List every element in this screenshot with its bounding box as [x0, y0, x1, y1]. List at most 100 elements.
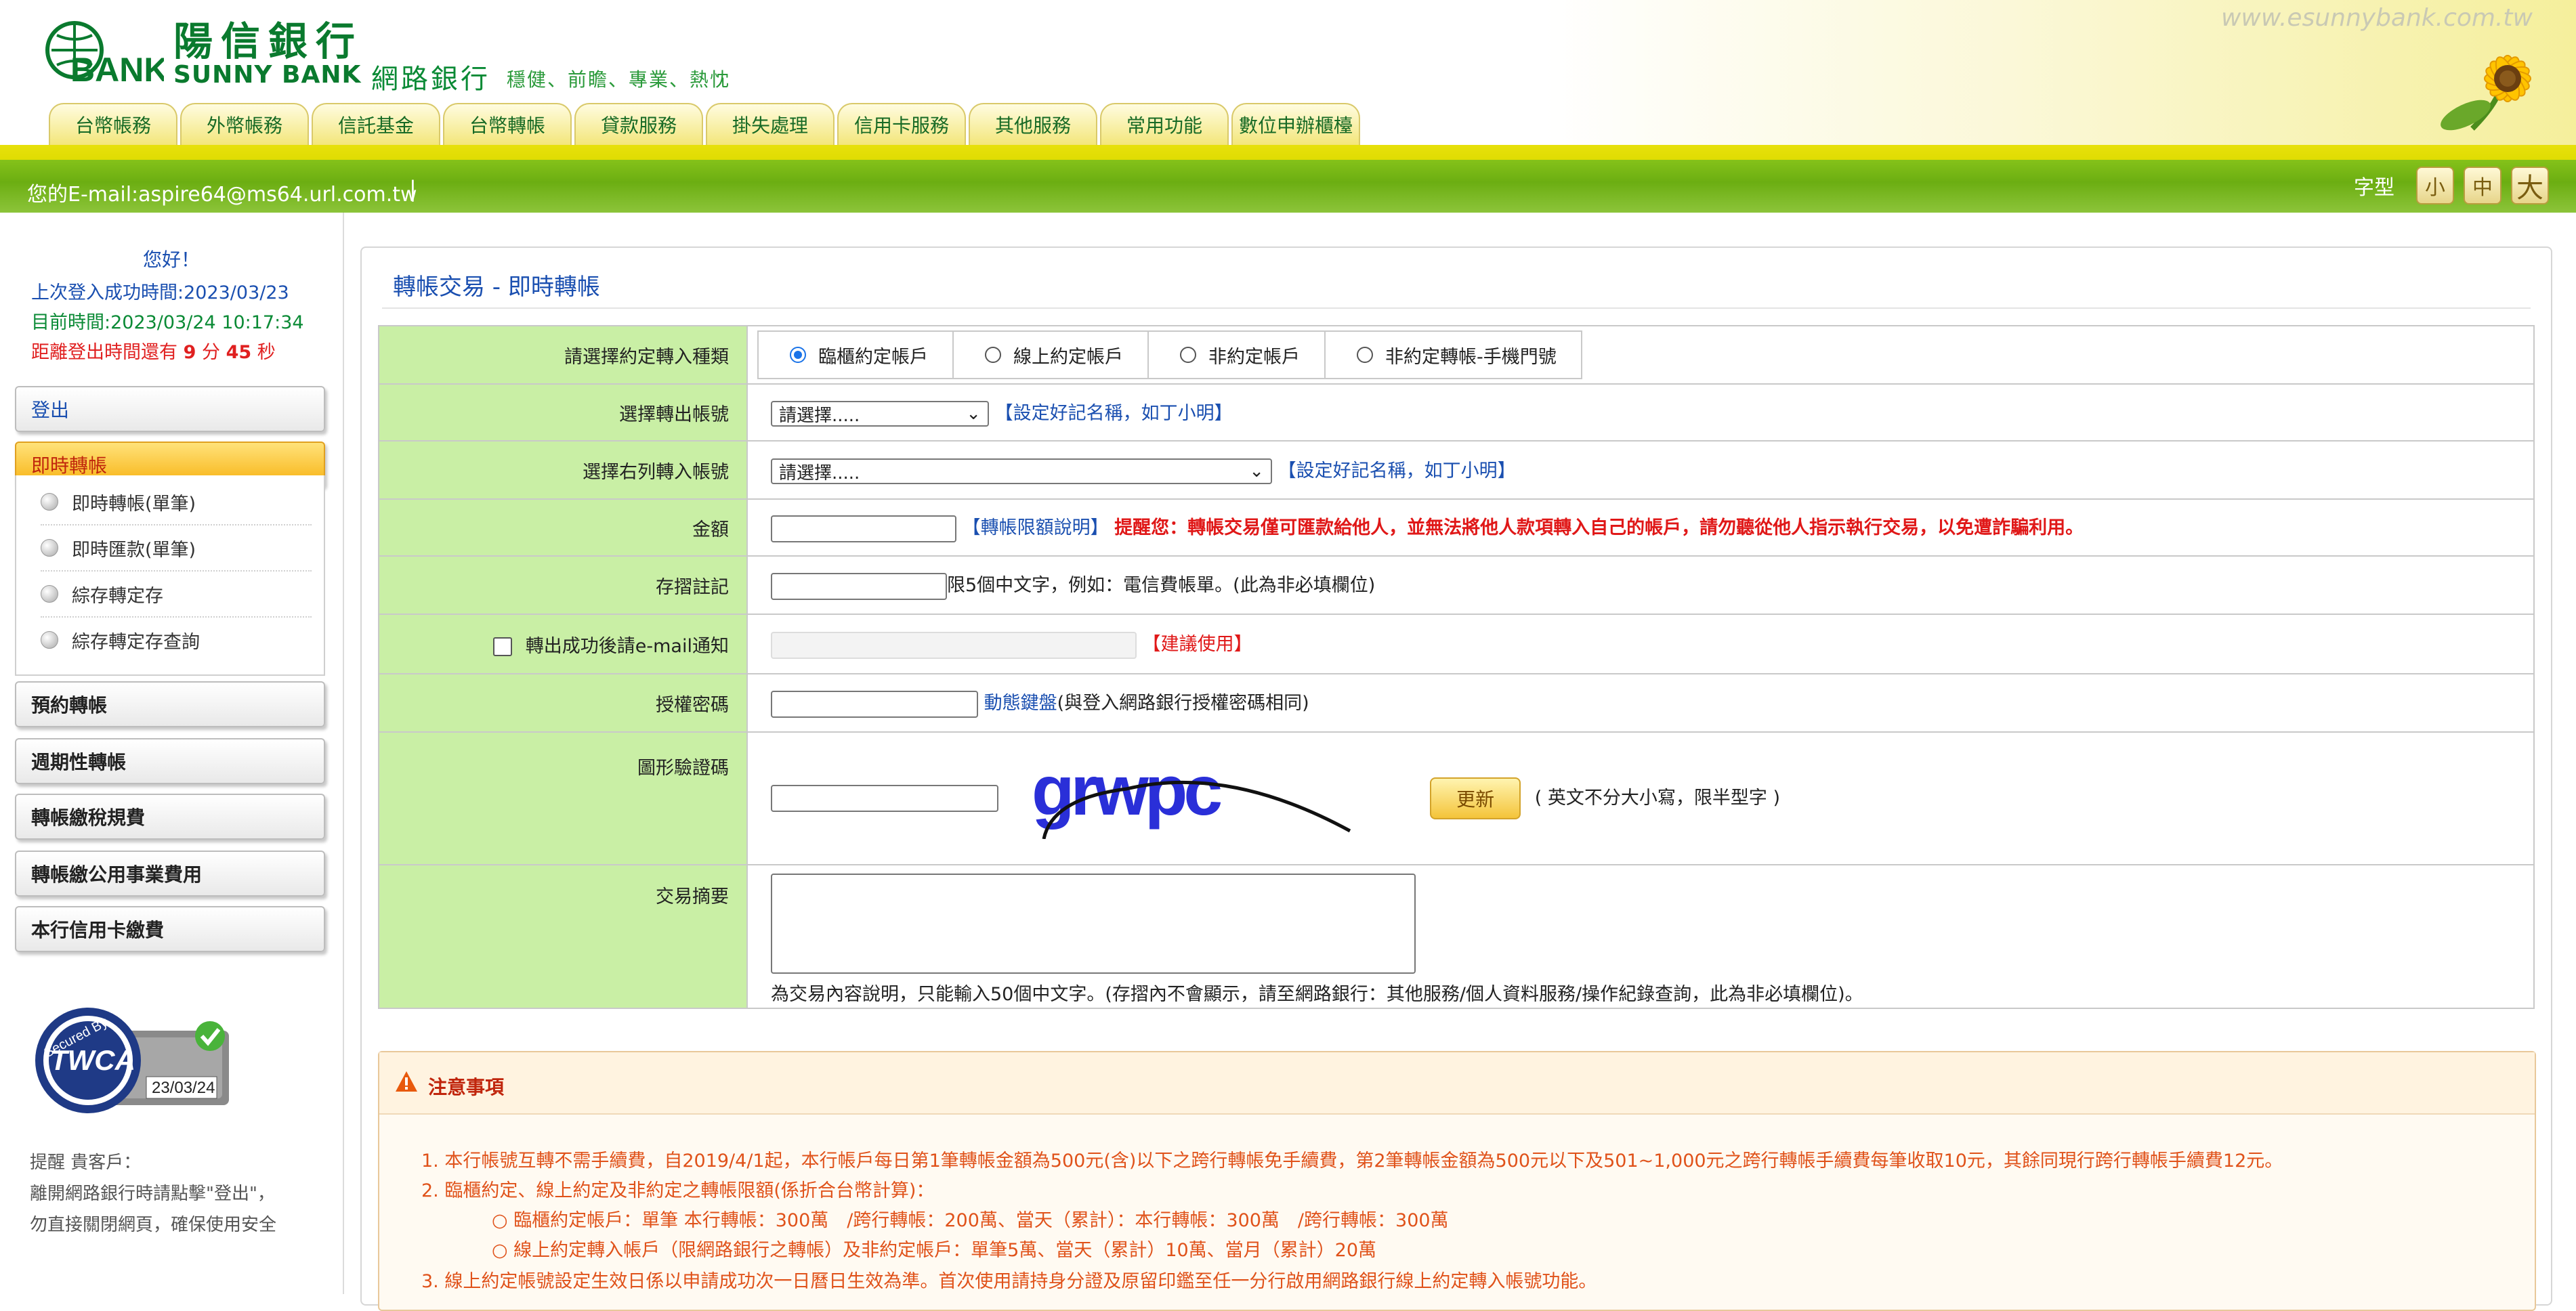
header: BANK 陽信銀行 SUNNY BANK 網路銀行 穩健、前瞻、專業、熱忱 ww… — [0, 0, 2576, 164]
radio-non-designated-mobile[interactable]: 非約定轉帳-手機門號 — [1326, 332, 1581, 378]
bank-name-en: SUNNY BANK — [173, 61, 362, 89]
reminder-line: 提醒 貴客戶： — [30, 1153, 142, 1173]
transfer-form: 請選擇約定轉入種類 臨櫃約定帳戶 線上約定帳戶 非約定帳戶 非約定轉帳-手機門號… — [378, 325, 2535, 1009]
slogan: 穩健、前瞻、專業、熱忱 — [507, 68, 731, 91]
font-small-button[interactable]: 小 — [2416, 167, 2454, 205]
last-login-time: 上次登入成功時間:2023/03/23 — [31, 282, 289, 303]
suggest-link[interactable]: 【建議使用】 — [1143, 634, 1252, 655]
page-title: 轉帳交易 - 即時轉帳 — [393, 274, 600, 301]
email-notify-cell: 轉出成功後請e-mail通知 — [378, 614, 748, 674]
sunflower-icon — [2441, 55, 2531, 131]
reminder-line: 離開網路銀行時請點擊"登出"， — [30, 1184, 275, 1204]
email-notify-label: 轉出成功後請e-mail通知 — [525, 635, 729, 657]
chevron-down-icon: ⌄ — [1249, 461, 1264, 482]
captcha-text: grwpc — [1032, 758, 1221, 830]
to-account-select[interactable]: 請選擇..... ⌄ — [771, 458, 1272, 485]
nav-tab-digital-counter[interactable]: 數位申辦櫃檯 — [1231, 103, 1360, 145]
select-value: 請選擇..... — [779, 405, 860, 426]
notify-email-input[interactable] — [771, 631, 1137, 659]
current-time: 目前時間:2023/03/24 10:17:34 — [31, 312, 304, 333]
transfer-limit-link[interactable]: 【轉帳限額說明】 — [963, 517, 1109, 538]
radio-online-designated[interactable]: 線上約定帳戶 — [954, 332, 1149, 378]
submenu-item-instant-transfer-single[interactable]: 即時轉帳(單筆) — [41, 479, 312, 525]
nav-tab-common-functions[interactable]: 常用功能 — [1100, 103, 1229, 145]
radio-label: 非約定轉帳-手機門號 — [1385, 346, 1557, 368]
menu-tax-payment[interactable]: 轉帳繳稅規費 — [15, 794, 325, 840]
font-size-switcher: 字型 小 中 大 — [2354, 167, 2549, 205]
amount-input[interactable] — [771, 515, 956, 542]
auth-password-input[interactable] — [771, 690, 978, 718]
transfer-panel: 轉帳交易 - 即時轉帳 請選擇約定轉入種類 臨櫃約定帳戶 線上約定帳戶 非約定帳… — [360, 246, 2552, 1311]
summary-textarea[interactable] — [771, 874, 1416, 974]
info-bar: 您的E-mail:aspire64@ms64.url.com.tw | 字型 小… — [0, 145, 2576, 213]
captcha-input[interactable] — [771, 785, 998, 812]
transfer-type-radio-group: 臨櫃約定帳戶 線上約定帳戶 非約定帳戶 非約定轉帳-手機門號 — [757, 330, 1582, 379]
font-medium-button[interactable]: 中 — [2464, 167, 2501, 205]
menu-utility-payment[interactable]: 轉帳繳公用事業費用 — [15, 851, 325, 897]
set-nickname-link[interactable]: 【設定好記名稱，如丁小明】 — [995, 403, 1233, 424]
submenu-item-instant-remit-single[interactable]: 即時匯款(單筆) — [41, 525, 312, 572]
logout-sec-unit: 秒 — [257, 342, 276, 363]
fraud-warning: 提醒您：轉帳交易僅可匯款給他人，並無法將他人款項轉入自己的帳戶，請勿聽從他人指示… — [1114, 517, 2084, 539]
nav-tab-twd-accounts[interactable]: 台幣帳務 — [49, 103, 177, 145]
nav-tab-twd-transfer[interactable]: 台幣轉帳 — [443, 103, 572, 145]
logout-countdown: 距離登出時間還有 9 分 45 秒 — [31, 337, 276, 364]
radio-non-designated[interactable]: 非約定帳戶 — [1149, 332, 1326, 378]
menu-scheduled-transfer[interactable]: 預約轉帳 — [15, 681, 325, 727]
logout-minutes: 9 — [183, 342, 196, 363]
password-label: 授權密碼 — [378, 673, 748, 733]
twca-secured-badge[interactable]: Secured By TWCA 23/03/24 — [33, 1004, 236, 1119]
radio-counter-designated[interactable]: 臨櫃約定帳戶 — [759, 332, 954, 378]
submenu-item-deposit-to-time-query[interactable]: 綜存轉定存查詢 — [41, 618, 312, 662]
reminder-line: 勿直接關閉網頁，確保使用安全 — [30, 1215, 277, 1235]
set-nickname-link[interactable]: 【設定好記名稱，如丁小明】 — [1278, 460, 1516, 481]
submenu-label: 即時轉帳(單筆) — [72, 493, 196, 515]
nav-tab-loans[interactable]: 貸款服務 — [574, 103, 703, 145]
security-reminder: 提醒 貴客戶： 離開網路銀行時請點擊"登出"， 勿直接關閉網頁，確保使用安全 — [30, 1147, 328, 1241]
select-value: 請選擇..... — [779, 463, 860, 483]
notice-line: 3. 線上約定帳號設定生效日係以申請成功次一日曆日生效為準。首次使用請持身分證及… — [421, 1271, 1597, 1292]
menu-logout[interactable]: 登出 — [15, 386, 325, 432]
radio-button[interactable] — [1180, 347, 1196, 363]
netbank-label: 網路銀行 — [371, 64, 490, 95]
notice-line: ○ 線上約定轉入帳戶（限網路銀行之轉帳）及非約定帳戶：單筆5萬、當天（累計）10… — [492, 1240, 1377, 1261]
logout-prefix: 距離登出時間還有 — [31, 342, 177, 363]
email-notify-checkbox[interactable] — [492, 637, 512, 656]
radio-button[interactable] — [1357, 347, 1373, 363]
radio-button[interactable] — [985, 347, 1001, 363]
bar-separator: | — [409, 176, 417, 202]
captcha-refresh-button[interactable]: 更新 — [1430, 777, 1521, 819]
notice-header: 注意事項 — [379, 1052, 2535, 1115]
bullet-icon — [41, 585, 58, 603]
font-large-button[interactable]: 大 — [2511, 167, 2549, 205]
nav-tab-other-services[interactable]: 其他服務 — [969, 103, 1097, 145]
nav-tab-loss-report[interactable]: 掛失處理 — [706, 103, 835, 145]
font-size-label: 字型 — [2354, 176, 2394, 200]
notice-line: ○ 臨櫃約定帳戶：單筆 本行轉帳：300萬 /跨行轉帳：200萬、當天（累計）：… — [492, 1210, 1449, 1231]
bullet-icon — [41, 539, 58, 557]
captcha-image: grwpc — [1032, 752, 1351, 840]
chevron-down-icon: ⌄ — [966, 404, 981, 425]
bullet-icon — [41, 631, 58, 649]
menu-periodic-transfer[interactable]: 週期性轉帳 — [15, 738, 325, 784]
submenu-label: 即時匯款(單筆) — [72, 539, 196, 561]
menu-credit-card-payment[interactable]: 本行信用卡繳費 — [15, 906, 325, 952]
memo-input[interactable] — [771, 572, 947, 600]
dynamic-keyboard-link[interactable]: 動態鍵盤 — [984, 693, 1057, 714]
nav-tab-credit-card[interactable]: 信用卡服務 — [837, 103, 966, 145]
nav-tab-foreign-accounts[interactable]: 外幣帳務 — [180, 103, 309, 145]
notice-line: 2. 臨櫃約定、線上約定及非約定之轉帳限額(係折合台幣計算)： — [421, 1180, 935, 1201]
captcha-hint: ( 英文不分大小寫，限半型字 ) — [1534, 787, 1781, 809]
warning-triangle-icon — [396, 1071, 417, 1092]
radio-button[interactable] — [790, 347, 806, 363]
sidebar: 您好！ 上次登入成功時間:2023/03/23 目前時間:2023/03/24 … — [0, 213, 344, 1294]
title-divider — [382, 307, 2531, 309]
sunny-bank-logo[interactable]: BANK — [45, 12, 164, 92]
from-account-select[interactable]: 請選擇..... ⌄ — [771, 401, 989, 427]
submenu-item-deposit-to-time[interactable]: 綜存轉定存 — [41, 572, 312, 618]
nav-tab-trust-funds[interactable]: 信託基金 — [312, 103, 440, 145]
logout-min-unit: 分 — [201, 342, 220, 363]
submenu-label: 綜存轉定存查詢 — [72, 631, 200, 653]
notice-line: 1. 本行帳號互轉不需手續費，自2019/4/1起，本行帳戶每日第1筆轉帳金額為… — [421, 1151, 2283, 1172]
submenu-label: 綜存轉定存 — [72, 585, 163, 607]
